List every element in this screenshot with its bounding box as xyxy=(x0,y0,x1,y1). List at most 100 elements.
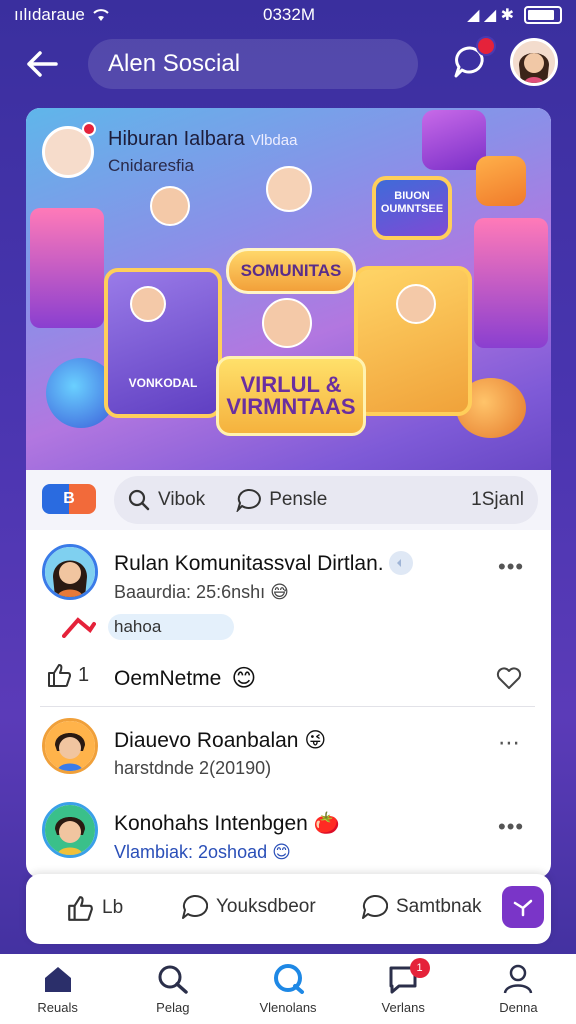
avatar[interactable] xyxy=(42,718,98,774)
banner-title: Hiburan Ialbara Vlbdaa xyxy=(108,128,297,151)
search-icon xyxy=(128,489,150,511)
tab-label: Vlenolans xyxy=(259,1000,317,1015)
user-portrait xyxy=(513,41,555,83)
tab-chat[interactable]: Vlenolans xyxy=(230,954,345,1024)
divider xyxy=(40,706,535,707)
home-icon xyxy=(44,967,71,992)
avatar[interactable] xyxy=(42,544,98,600)
banner-title-suffix: Vlbdaa xyxy=(250,132,298,149)
party-emoji-icon: 😜 xyxy=(304,729,327,752)
post-meta-text: Vlambiak: 2oshoad xyxy=(114,842,268,862)
reaction-count: 1 xyxy=(78,663,90,686)
share-button[interactable]: Samtbnak xyxy=(360,894,482,920)
banner-title-text: Hiburan Ialbara xyxy=(108,128,245,150)
list-item[interactable]: Rulan Komunitassval Dirtlan. Baaurdia: 2… xyxy=(26,538,551,708)
people-label: Pensle xyxy=(269,489,328,510)
tab-profile[interactable]: Denna xyxy=(461,954,576,1024)
comment-label: Youksdbeor xyxy=(216,896,316,917)
post-card: SOMUNITAS VIRLUL & VIRMNTAAS VONKODAL BI… xyxy=(26,108,551,878)
thumbs-up-icon xyxy=(68,896,93,921)
more-options-button[interactable]: ••• xyxy=(498,554,524,580)
user-avatar[interactable] xyxy=(510,38,558,86)
send-button[interactable] xyxy=(502,886,544,928)
tab-label: Pelag xyxy=(156,1000,190,1015)
list-item[interactable]: Diauevo Roanbalan 😜 harstdnde 2(20190) ⋯ xyxy=(26,714,551,802)
app-logo-badge: B xyxy=(42,484,96,514)
avatar-portrait xyxy=(45,547,95,597)
post-author: Rulan Komunitassval Dirtlan. xyxy=(114,552,384,575)
carrier-label: ıılıdaraue xyxy=(14,5,85,24)
tab-label: Verlans xyxy=(381,1000,425,1015)
status-bar: ıılıdaraue 0332M ◢ ◢ ✱ xyxy=(0,0,576,30)
verified-icon xyxy=(389,551,413,575)
send-icon xyxy=(513,899,533,917)
bottom-tab-bar: Reuals Pelag Vlenolans 1 Verlans Denna xyxy=(0,954,576,1024)
search-query: Vibok xyxy=(158,489,206,510)
back-button[interactable] xyxy=(20,42,64,86)
like-label: Lb xyxy=(102,897,124,918)
smile-emoji-icon: 😊 xyxy=(272,842,291,862)
tab-label: Reuals xyxy=(37,1000,78,1015)
share-label: Samtbnak xyxy=(396,896,482,917)
post-author: Konohahs Intenbgen 🍅 xyxy=(114,812,340,836)
banner-sign-virtual: VIRLUL & VIRMNTAAS xyxy=(216,356,366,436)
comment-button[interactable]: Youksdbeor xyxy=(180,894,316,920)
tab-home[interactable]: Reuals xyxy=(0,954,115,1024)
search-icon xyxy=(158,965,188,994)
header-title: Alen Soscial xyxy=(88,39,418,89)
arcade-machine-right xyxy=(474,218,548,348)
reaction-label: OemNetme 😊 xyxy=(114,664,256,693)
status-left: ıılıdaraue xyxy=(14,5,111,25)
smile-emoji-icon: 😊 xyxy=(231,665,257,692)
person-center xyxy=(262,298,312,348)
more-options-button[interactable]: ••• xyxy=(498,814,524,840)
post-meta: harstdnde 2(20190) xyxy=(114,758,272,778)
post-meta: Baaurdia: 25:6nshı 😅 xyxy=(114,582,289,603)
more-options-button[interactable]: ⋯ xyxy=(498,730,521,756)
chat-icon xyxy=(274,964,304,994)
tab-label: Denna xyxy=(499,1000,538,1015)
tab-search[interactable]: Pelag xyxy=(115,954,230,1024)
banner-subtitle: Cnidaresfia xyxy=(108,156,194,175)
post-action-bar: Lb Youksdbeor Samtbnak xyxy=(26,874,551,944)
avatar-portrait xyxy=(45,721,95,771)
tab-badge: 1 xyxy=(409,958,430,978)
share-icon xyxy=(362,894,388,919)
person-top-center xyxy=(266,166,312,212)
like-reaction-button[interactable]: 1 xyxy=(46,662,89,688)
grin-emoji-icon: 😅 xyxy=(270,582,289,602)
post-tag[interactable]: hahoa xyxy=(108,614,234,640)
orange-cube-icon xyxy=(476,156,526,206)
banner-sign-main: SOMUNITAS xyxy=(226,248,356,294)
result-count: 1Sjanl xyxy=(471,489,524,510)
search-row: B Vibok Pensle 1Sjanl xyxy=(26,470,551,530)
panel-left-label: VONKODAL xyxy=(128,376,198,390)
tab-messages[interactable]: 1 Verlans xyxy=(346,954,461,1024)
food-emoji-icon: 🍅 xyxy=(313,812,340,835)
signal-icons: ◢ ◢ ✱ xyxy=(467,7,514,24)
avatar-portrait xyxy=(45,805,95,855)
chat-bubble-icon xyxy=(236,488,262,512)
heart-icon[interactable] xyxy=(496,666,522,690)
people-filter[interactable]: Pensle xyxy=(235,488,327,512)
post-author-text: Diauevo Roanbalan xyxy=(114,729,299,752)
comment-icon xyxy=(182,894,208,919)
like-button[interactable]: Lb xyxy=(66,894,123,922)
status-time: 0332M xyxy=(263,5,315,24)
app-header: Alen Soscial xyxy=(0,34,576,94)
person-top-left xyxy=(150,186,190,226)
post-author-text: Konohahs Intenbgen xyxy=(114,812,308,835)
thumbs-up-icon xyxy=(48,664,71,687)
search-bar[interactable]: Vibok Pensle 1Sjanl xyxy=(114,476,538,524)
avatar[interactable] xyxy=(42,802,98,858)
panel-top-label: BIUON OUMNTSEE xyxy=(380,190,444,216)
profile-icon xyxy=(504,964,533,994)
banner-owner-dot xyxy=(82,122,96,136)
arcade-machine-left xyxy=(30,208,104,328)
status-right: ◢ ◢ ✱ xyxy=(467,5,562,25)
person-left-panel xyxy=(130,286,166,322)
list-item[interactable]: Konohahs Intenbgen 🍅 Vlambiak: 2oshoad 😊… xyxy=(26,798,551,878)
purple-cube-icon xyxy=(422,110,486,170)
battery-icon xyxy=(524,6,562,24)
banner-image: SOMUNITAS VIRLUL & VIRMNTAAS VONKODAL BI… xyxy=(26,108,551,470)
